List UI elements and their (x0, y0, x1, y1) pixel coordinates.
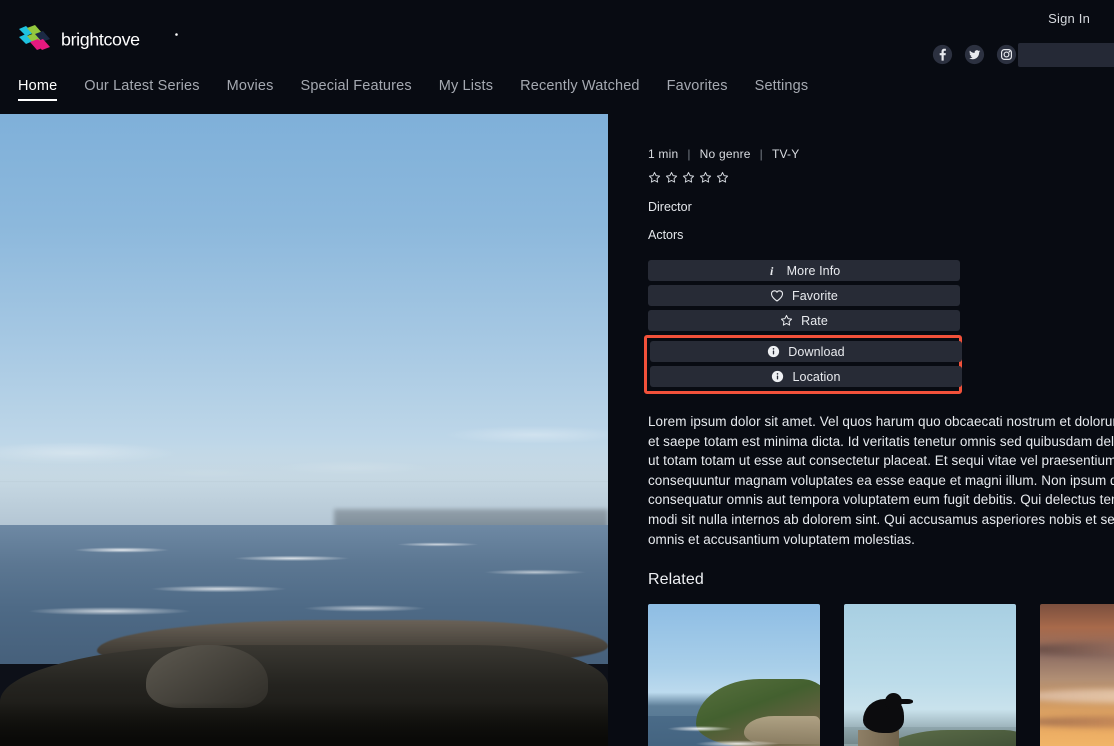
star-icon-3[interactable] (682, 171, 695, 184)
main-navigation: Home Our Latest Series Movies Special Fe… (0, 78, 835, 101)
more-info-button[interactable]: i More Info (648, 260, 960, 281)
star-icon-4[interactable] (699, 171, 712, 184)
meta-separator-1: | (687, 147, 691, 161)
director-label: Director (648, 200, 692, 214)
thumb3-cloud-band-3 (1040, 716, 1114, 729)
info-circle-icon (771, 370, 784, 383)
highlighted-action-group: Download Location (644, 335, 962, 394)
nav-item-movies[interactable]: Movies (227, 78, 292, 101)
actors-label: Actors (648, 228, 684, 242)
download-label: Download (788, 344, 845, 359)
info-italic-icon: i (768, 264, 779, 277)
site-header: brightcove Sign In Home Our Latest Serie… (0, 0, 1114, 110)
star-icon-2[interactable] (665, 171, 678, 184)
nav-item-settings[interactable]: Settings (755, 78, 827, 101)
video-bottom-shadow (0, 701, 608, 746)
thumb3-cloud-band-2 (1040, 689, 1114, 703)
thumb2-crow-beak (899, 699, 913, 705)
search-input[interactable] (1018, 43, 1114, 67)
download-button[interactable]: Download (650, 341, 962, 362)
nav-item-our-latest-series[interactable]: Our Latest Series (84, 78, 217, 101)
instagram-icon[interactable] (996, 44, 1017, 65)
thumb3-cloud-band-1 (1040, 641, 1114, 657)
related-items-row (648, 604, 1114, 746)
nav-item-special-features[interactable]: Special Features (301, 78, 430, 101)
heart-outline-icon (770, 289, 784, 302)
player-page: brightcove Sign In Home Our Latest Serie… (0, 0, 1114, 746)
related-thumbnail-1[interactable] (648, 604, 820, 746)
location-label: Location (792, 369, 841, 384)
svg-text:i: i (770, 264, 774, 277)
action-buttons: i More Info Favorite Rate Download Locat… (644, 260, 962, 394)
rate-label: Rate (801, 313, 828, 328)
video-boulder (145, 644, 268, 709)
more-info-label: More Info (786, 263, 841, 278)
facebook-icon[interactable] (932, 44, 953, 65)
content-area: 1 min | No genre | TV-Y Director Actors … (0, 114, 1114, 746)
star-icon-1[interactable] (648, 171, 661, 184)
nav-item-home[interactable]: Home (18, 78, 75, 101)
nav-item-my-lists[interactable]: My Lists (439, 78, 511, 101)
video-player[interactable] (0, 114, 608, 746)
social-links (932, 44, 1017, 65)
video-duration: 1 min (648, 147, 679, 161)
video-sky (0, 114, 608, 481)
location-button[interactable]: Location (650, 366, 962, 387)
twitter-icon[interactable] (964, 44, 985, 65)
svg-text:brightcove: brightcove (61, 30, 140, 50)
meta-separator-2: | (759, 147, 763, 161)
related-thumbnail-3[interactable] (1040, 604, 1114, 746)
related-thumbnail-2[interactable] (844, 604, 1016, 746)
brightcove-wordmark: brightcove (61, 29, 199, 51)
related-section-title: Related (648, 571, 704, 589)
rate-button[interactable]: Rate (648, 310, 960, 331)
favorite-button[interactable]: Favorite (648, 285, 960, 306)
video-details-panel: 1 min | No genre | TV-Y Director Actors … (608, 114, 1114, 746)
star-icon-5[interactable] (716, 171, 729, 184)
sign-in-link[interactable]: Sign In (1048, 11, 1090, 26)
nav-item-recently-watched[interactable]: Recently Watched (520, 78, 658, 101)
star-outline-icon (780, 314, 793, 327)
brightcove-logo[interactable]: brightcove (18, 24, 199, 56)
favorite-label: Favorite (792, 288, 838, 303)
video-description: Lorem ipsum dolor sit amet. Vel quos har… (648, 414, 1114, 547)
video-genre: No genre (699, 147, 751, 161)
video-content-rating: TV-Y (771, 147, 800, 161)
video-meta: 1 min | No genre | TV-Y (648, 147, 1114, 161)
star-rating[interactable] (648, 171, 1114, 184)
nav-item-favorites[interactable]: Favorites (667, 78, 746, 101)
brightcove-logo-mark (18, 24, 52, 56)
info-circle-icon (767, 345, 780, 358)
thumb1-foam (648, 716, 820, 746)
